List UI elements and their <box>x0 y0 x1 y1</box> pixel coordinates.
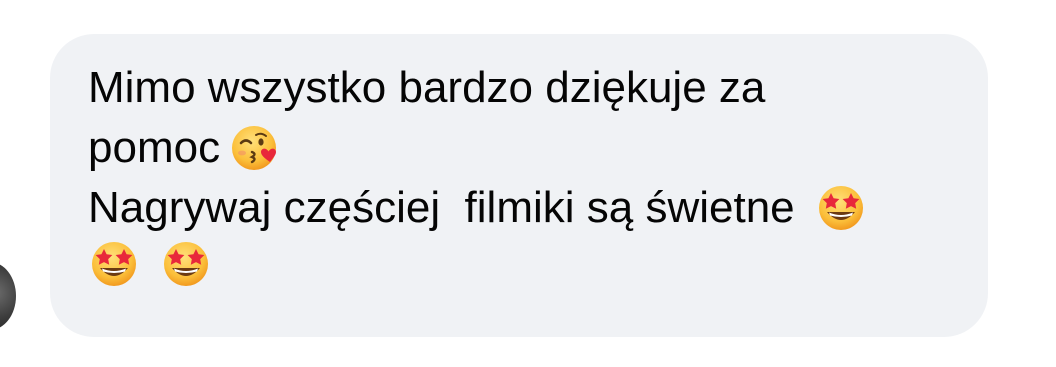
avatar[interactable] <box>0 262 16 330</box>
chat-view: Mimo wszystko bardzo dziękuje za pomoc N… <box>0 0 1056 367</box>
message-text-line-2: pomoc <box>88 123 221 172</box>
message-text-line-1: Mimo wszystko bardzo dziękuje za <box>88 63 766 112</box>
message-line-1: Mimo wszystko bardzo dziękuje za <box>88 58 948 118</box>
message-line-3: Nagrywaj częściej filmiki są świetne <box>88 178 948 238</box>
message-line-4 <box>88 238 948 290</box>
star-struck-icon <box>815 182 867 234</box>
star-struck-icon <box>160 238 212 290</box>
message-bubble[interactable]: Mimo wszystko bardzo dziękuje za pomoc N… <box>50 34 988 337</box>
message-line-2: pomoc <box>88 118 948 178</box>
star-struck-icon <box>88 238 140 290</box>
face-blowing-kiss-icon <box>230 122 282 174</box>
message-text-line-3: Nagrywaj częściej filmiki są świetne <box>88 183 795 232</box>
